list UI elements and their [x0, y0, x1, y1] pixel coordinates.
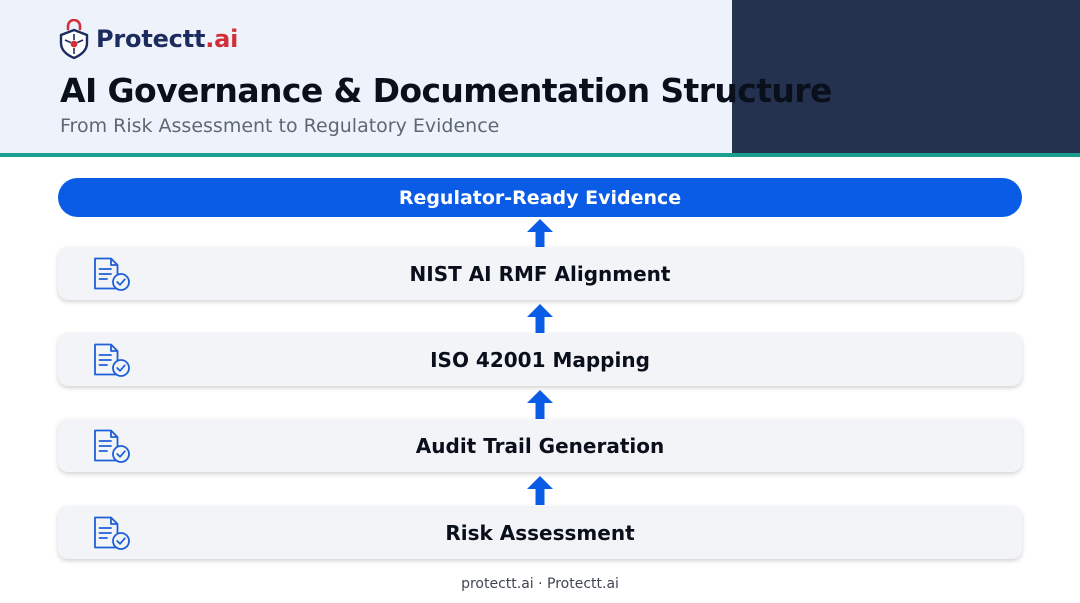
regulator-evidence-label: Regulator-Ready Evidence	[398, 186, 682, 209]
header-divider	[0, 153, 1080, 157]
document-check-icon	[92, 257, 132, 291]
layer-label: NIST AI RMF Alignment	[409, 261, 671, 286]
layer-nist-ai-rmf: NIST AI RMF Alignment	[58, 247, 1022, 300]
arrow-up-icon	[527, 476, 553, 505]
page-subtitle: From Risk Assessment to Regulatory Evide…	[60, 115, 500, 137]
brand-name-main: Protectt	[96, 25, 206, 53]
regulator-evidence-pill: Regulator-Ready Evidence	[58, 178, 1022, 217]
page-title: AI Governance & Documentation Structure	[60, 71, 832, 110]
footer-credit: protectt.ai · Protectt.ai	[461, 576, 619, 592]
layer-risk-assessment: Risk Assessment	[58, 506, 1022, 559]
brand-name-accent: .ai	[205, 25, 239, 53]
layer-iso-42001: ISO 42001 Mapping	[58, 333, 1022, 386]
layer-audit-trail: Audit Trail Generation	[58, 419, 1022, 472]
layer-label: ISO 42001 Mapping	[430, 347, 650, 372]
layer-label: Risk Assessment	[445, 520, 635, 545]
document-check-icon	[92, 516, 132, 550]
document-check-icon	[92, 429, 132, 463]
arrow-up-icon	[527, 219, 553, 248]
document-check-icon	[92, 343, 132, 377]
brand-name: Protectt.ai	[96, 25, 238, 53]
arrow-up-icon	[527, 304, 553, 333]
shield-lock-icon	[59, 19, 89, 59]
layer-label: Audit Trail Generation	[415, 433, 665, 458]
brand-logo[interactable]: Protectt.ai	[58, 18, 238, 60]
arrow-up-icon	[527, 390, 553, 419]
